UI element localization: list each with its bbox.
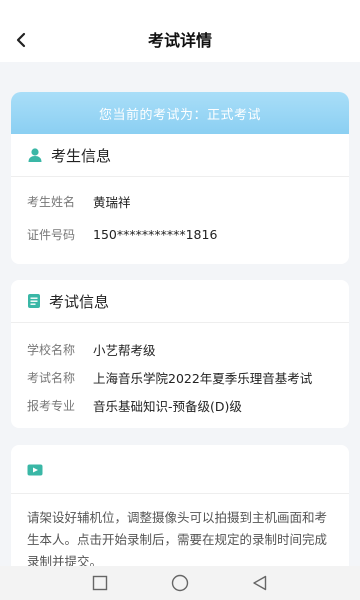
field-value: 150***********1816 bbox=[93, 226, 218, 242]
field-label: 考试名称 bbox=[27, 370, 76, 385]
divider bbox=[11, 493, 349, 494]
exam-info-title: 考试信息 bbox=[49, 292, 110, 311]
candidate-info-header: 考生信息 bbox=[27, 144, 111, 166]
field-row-id: 证件号码 150***********1816 bbox=[27, 225, 217, 243]
video-icon bbox=[27, 464, 43, 476]
circle-icon bbox=[171, 574, 189, 592]
exam-info-card: 考试信息 学校名称 小艺帮考级 考试名称 上海音乐学院2022年夏季乐理音基考试… bbox=[11, 280, 349, 428]
back-button[interactable] bbox=[10, 29, 32, 51]
exam-type-text: 您当前的考试为：正式考试 bbox=[98, 107, 261, 123]
field-label: 考生姓名 bbox=[27, 194, 76, 209]
field-label: 报考专业 bbox=[27, 398, 76, 413]
system-back-button[interactable] bbox=[248, 571, 272, 595]
system-nav-bar bbox=[0, 566, 360, 600]
candidate-info-title: 考生信息 bbox=[51, 146, 112, 165]
header-bar: 考试详情 bbox=[0, 0, 360, 62]
recording-notice-header bbox=[27, 459, 43, 481]
chevron-left-icon bbox=[16, 32, 26, 48]
page-title: 考试详情 bbox=[147, 31, 212, 50]
triangle-back-icon bbox=[253, 575, 267, 591]
person-icon bbox=[28, 148, 42, 162]
field-label: 证件号码 bbox=[27, 227, 76, 242]
square-icon bbox=[92, 575, 108, 591]
field-row-school: 学校名称 小艺帮考级 bbox=[27, 340, 156, 358]
recent-apps-button[interactable] bbox=[88, 571, 112, 595]
field-row-major: 报考专业 音乐基础知识-预备级(D)级 bbox=[27, 396, 242, 414]
field-value: 黄瑞祥 bbox=[93, 194, 131, 210]
field-value: 上海音乐学院2022年夏季乐理音基考试 bbox=[93, 370, 313, 386]
field-row-name: 考生姓名 黄瑞祥 bbox=[27, 192, 131, 210]
home-button[interactable] bbox=[168, 571, 192, 595]
divider bbox=[11, 322, 349, 323]
exam-info-header: 考试信息 bbox=[27, 290, 109, 312]
field-row-exam-name: 考试名称 上海音乐学院2022年夏季乐理音基考试 bbox=[27, 368, 312, 386]
recording-instructions: 请架设好辅机位，调整摄像头可以拍摄到主机画面和考生本人。点击开始录制后，需要在规… bbox=[27, 510, 328, 569]
document-icon bbox=[28, 294, 40, 308]
exam-type-banner: 您当前的考试为：正式考试 bbox=[11, 92, 349, 134]
divider bbox=[11, 176, 349, 177]
field-value: 音乐基础知识-预备级(D)级 bbox=[93, 398, 242, 414]
recording-notice-card: 请架设好辅机位，调整摄像头可以拍摄到主机画面和考生本人。点击开始录制后，需要在规… bbox=[11, 445, 349, 575]
field-label: 学校名称 bbox=[27, 342, 76, 357]
field-value: 小艺帮考级 bbox=[93, 342, 156, 358]
candidate-info-card: 考生信息 考生姓名 黄瑞祥 证件号码 150***********1816 bbox=[11, 134, 349, 264]
